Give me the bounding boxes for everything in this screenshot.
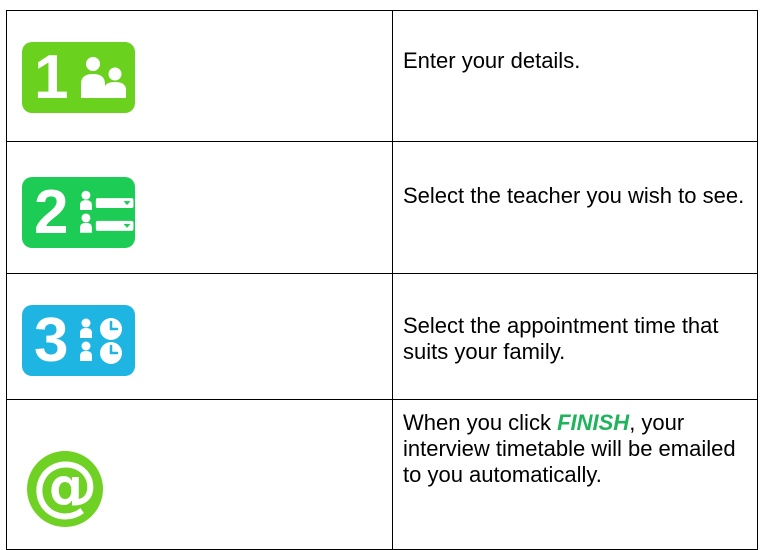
- people-icon: [81, 56, 126, 98]
- email-at-icon: @: [27, 451, 103, 527]
- step-3-text-cell: Select the appointment time that suits y…: [392, 273, 758, 400]
- step-3-icon-cell: 3: [6, 273, 393, 400]
- step-2-text-cell: Select the teacher you wish to see.: [392, 141, 758, 274]
- step-3-number: 3: [34, 305, 69, 375]
- step-2-text: Select the teacher you wish to see.: [403, 183, 745, 208]
- at-symbol: @: [32, 447, 98, 524]
- step-2-number: 2: [34, 177, 69, 247]
- steps-table: 1 Enter your details. 2 Select the teach…: [6, 10, 758, 550]
- step-1-text: Enter your details.: [403, 48, 581, 73]
- step-row-3: 3 Select the appointment time that suits…: [6, 273, 758, 400]
- email-step-text: When you click FINISH, your interview ti…: [393, 400, 757, 488]
- step-3-text: Select the appointment time that suits y…: [403, 313, 719, 364]
- step-1-badge: 1: [22, 42, 135, 113]
- teacher-list-icon: [79, 190, 134, 233]
- step-1-text-cell: Enter your details.: [392, 10, 758, 142]
- step-1-number: 1: [34, 42, 69, 112]
- step-3-badge: 3: [22, 305, 135, 376]
- email-text-before: When you click: [403, 410, 558, 435]
- step-row-email: @ When you click FINISH, your interview …: [6, 399, 758, 550]
- email-text-cell: When you click FINISH, your interview ti…: [392, 399, 758, 550]
- step-row-2: 2 Select the teacher you wish to see.: [6, 141, 758, 274]
- step-1-icon-cell: 1: [6, 10, 393, 142]
- email-icon-cell: @: [6, 399, 393, 550]
- step-row-1: 1 Enter your details.: [6, 10, 758, 142]
- appointment-clock-icon: [80, 317, 122, 364]
- finish-word: FINISH: [557, 410, 630, 435]
- step-2-badge: 2: [22, 177, 135, 248]
- step-2-icon-cell: 2: [6, 141, 393, 274]
